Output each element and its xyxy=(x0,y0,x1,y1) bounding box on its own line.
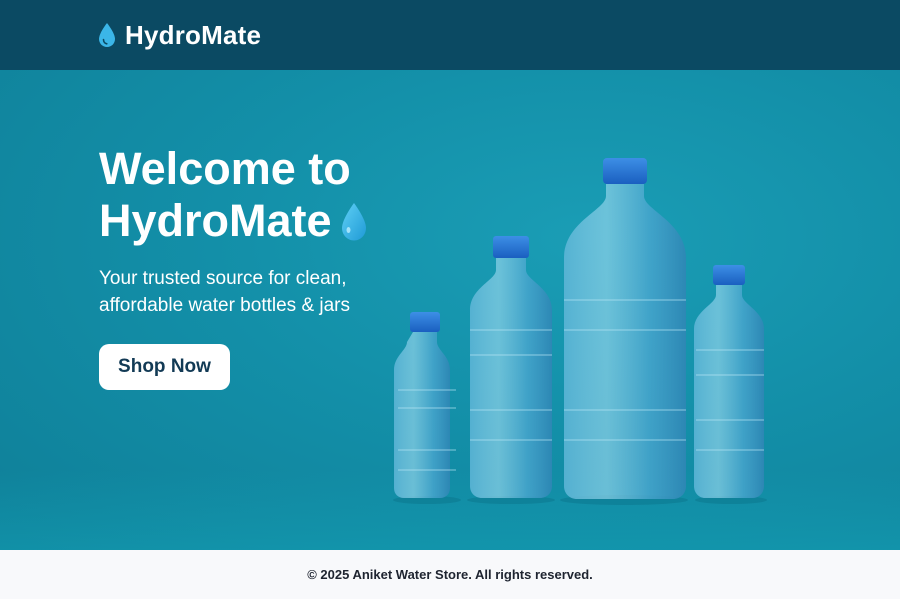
water-drop-icon xyxy=(99,23,115,47)
bottle-large xyxy=(564,158,686,499)
copyright-text: © 2025 Aniket Water Store. All rights re… xyxy=(307,567,593,582)
hero-subtitle-line1: Your trusted source for clean, xyxy=(99,268,347,289)
hero-subtitle-line2: affordable water bottles & jars xyxy=(99,295,351,316)
top-navbar: HydroMate xyxy=(0,0,900,70)
hero-title-line2: HydroMate xyxy=(99,195,332,246)
shop-now-button[interactable]: Shop Now xyxy=(99,344,230,390)
bottle-right xyxy=(694,265,764,498)
water-bottles-illustration xyxy=(393,158,767,505)
brand-logo[interactable]: HydroMate xyxy=(97,0,261,70)
brand-name: HydroMate xyxy=(125,19,262,50)
hero-subtitle: Your trusted source for clean, affordabl… xyxy=(99,265,419,319)
bottle-small xyxy=(394,312,456,498)
bottle-medium xyxy=(470,236,552,498)
page-footer: © 2025 Aniket Water Store. All rights re… xyxy=(0,550,900,599)
water-drop-icon xyxy=(341,203,366,241)
hero-section: Welcome to HydroMate Your trusted source… xyxy=(0,70,900,550)
